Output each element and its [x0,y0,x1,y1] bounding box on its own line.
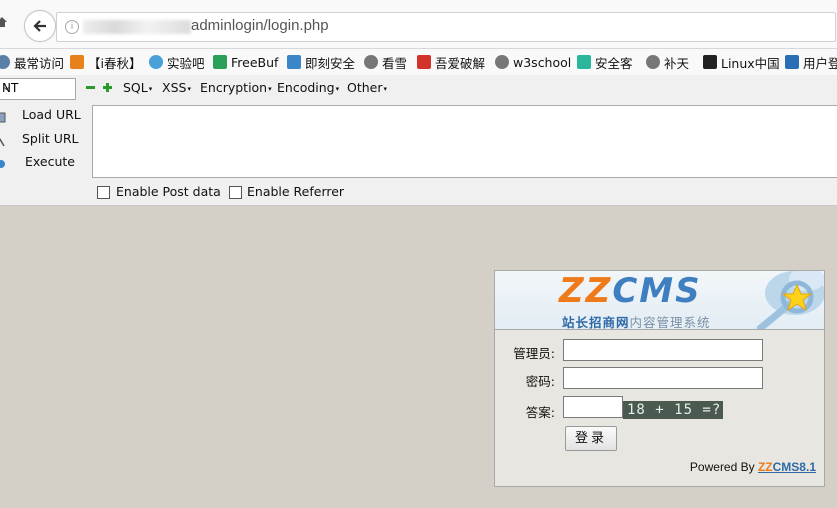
zzcms-link[interactable]: ZZCMS8.1 [758,460,816,474]
referrer-label[interactable]: Enable Referrer [247,184,344,199]
freebuf-icon [213,55,227,69]
minus-icon[interactable] [86,83,95,92]
menu-xss[interactable]: XSS▾ [162,80,191,95]
post-data-label[interactable]: Enable Post data [116,184,221,199]
bookmark-user-login[interactable]: 用户登 [785,53,837,71]
globe-icon [646,55,660,69]
bookmark-butian[interactable]: 补天 [646,53,689,71]
login-submit-button[interactable]: 登录 [565,426,617,451]
dropdown-arrow-icon: ▾ [187,85,191,93]
menu-encoding[interactable]: Encoding▾ [277,80,339,95]
hackbar-url-textarea[interactable] [92,105,837,178]
bookmark-52pojie[interactable]: 吾爱破解 [417,53,485,71]
bookmark-ichunqiu[interactable]: 【i春秋】 [70,53,141,71]
bookmark-anquanke[interactable]: 安全客 [577,53,633,71]
globe-icon [364,55,378,69]
gear-icon [0,55,10,69]
url-redacted-host [83,20,191,34]
info-icon[interactable]: i [65,20,79,34]
menu-encryption[interactable]: Encryption▾ [200,80,272,95]
bookmark-w3school[interactable]: w3school [495,53,571,71]
dropdown-arrow-icon: ▾ [383,85,388,93]
plus-icon[interactable] [103,83,112,92]
dropdown-arrow-icon: ▾ [335,85,340,93]
key-star-icon [757,271,824,329]
split-url-icon [0,137,5,147]
url-text[interactable]: adminlogin/login.php [191,17,329,34]
bookmark-zuichang[interactable]: 最常访问 [0,53,64,71]
dropdown-arrow-icon: ▾ [268,85,272,93]
globe-icon [495,55,509,69]
dropdown-arrow-icon: ▾ [148,85,153,93]
referrer-checkbox[interactable] [229,186,242,199]
load-url-button[interactable]: Load URL [22,107,81,122]
admin-label: 管理员: [513,346,555,361]
bookmark-kanxue[interactable]: 看雪 [364,53,407,71]
bookmark-shiyanba[interactable]: 实验吧 [149,53,205,71]
bookmark-jike[interactable]: 即刻安全 [287,53,355,71]
execute-icon [0,160,5,168]
anquanke-icon [577,55,591,69]
captcha-answer-input[interactable] [563,396,623,418]
load-url-icon [0,112,6,123]
admin-username-input[interactable] [563,339,763,361]
menu-other[interactable]: Other▾ [347,80,387,95]
bookmark-linux-china[interactable]: Linux中国 [703,53,780,71]
powered-by: Powered By ZZCMS8.1 [689,460,816,474]
jike-icon [287,55,301,69]
52pojie-icon [417,55,431,69]
login-panel: ZZCMS 站长招商网内容管理系统 管理员: 密码: 答案: 18 + 15 =… [494,270,825,487]
bookmarks-bar: 最常访问 【i春秋】 实验吧 FreeBuf 即刻安全 看雪 吾爱破解 w3sc… [0,49,837,75]
linux-icon [703,55,717,69]
shiyanba-icon [149,55,163,69]
ichunqiu-icon [70,55,84,69]
home-icon[interactable] [0,16,8,28]
password-label: 密码: [525,374,555,389]
banner-tagline: 站长招商网内容管理系统 [562,315,711,330]
user-login-icon [785,55,799,69]
execute-button[interactable]: Execute [25,154,75,169]
back-button[interactable] [24,10,56,42]
password-input[interactable] [563,367,763,389]
zzcms-logo: ZZCMS [559,271,702,311]
post-data-checkbox[interactable] [97,186,110,199]
answer-label: 答案: [525,405,555,420]
address-bar[interactable]: i adminlogin/login.php [56,12,836,42]
zzcms-banner: ZZCMS 站长招商网内容管理系统 [495,271,824,330]
hackbar-panel: NT ⌄ SQL▾ XSS▾ Encryption▾ Encoding▾ Oth… [0,75,837,206]
bookmark-freebuf[interactable]: FreeBuf [213,53,278,71]
menu-sql[interactable]: SQL▾ [123,80,152,95]
chevron-down-icon: ⌄ [2,80,12,93]
captcha-image: 18 + 15 =? [623,401,723,419]
browser-toolbar: i adminlogin/login.php [0,0,837,49]
hackbar-select[interactable]: NT ⌄ [0,78,76,100]
back-arrow-icon [33,20,46,32]
split-url-button[interactable]: Split URL [22,131,79,146]
